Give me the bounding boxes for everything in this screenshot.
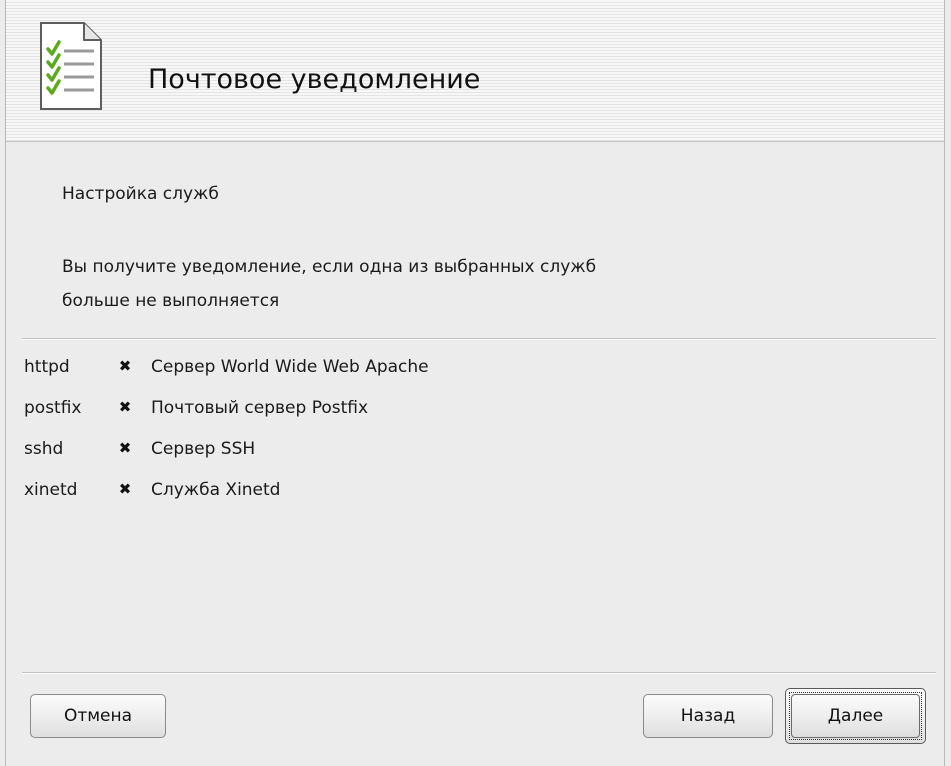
service-checkbox-postfix[interactable]: ✖ bbox=[117, 399, 133, 415]
next-button-label: Далее bbox=[827, 706, 884, 726]
service-checkbox-httpd[interactable]: ✖ bbox=[117, 358, 133, 374]
service-label[interactable]: Почтовый сервер Postfix bbox=[151, 396, 368, 420]
separator-top bbox=[22, 338, 936, 340]
wizard-title: Почтовое уведомление bbox=[148, 64, 481, 95]
service-label[interactable]: Служба Xinetd bbox=[151, 478, 280, 502]
back-button[interactable]: Назад bbox=[643, 694, 773, 738]
next-button[interactable]: Далее bbox=[785, 688, 926, 744]
service-label[interactable]: Сервер SSH bbox=[151, 437, 255, 461]
description-text: Вы получите уведомление, если одна из вы… bbox=[62, 250, 596, 318]
section-title: Настройка служб bbox=[62, 184, 219, 204]
description-line-1: Вы получите уведомление, если одна из вы… bbox=[62, 257, 597, 277]
service-label[interactable]: Сервер World Wide Web Apache bbox=[151, 355, 429, 379]
service-checkbox-xinetd[interactable]: ✖ bbox=[117, 481, 133, 497]
description-line-2: больше не выполняется bbox=[62, 291, 280, 311]
services-list: httpd ✖ Сервер World Wide Web Apache pos… bbox=[24, 350, 624, 514]
service-row-sshd: sshd ✖ Сервер SSH bbox=[24, 432, 624, 473]
wizard-header: Почтовое уведомление bbox=[6, 0, 944, 142]
checklist-document-icon bbox=[40, 22, 102, 110]
separator-bottom bbox=[22, 672, 936, 674]
service-row-httpd: httpd ✖ Сервер World Wide Web Apache bbox=[24, 350, 624, 391]
service-name: postfix bbox=[24, 398, 82, 418]
cancel-button[interactable]: Отмена bbox=[30, 694, 166, 738]
wizard-window: Почтовое уведомление Настройка служб Вы … bbox=[5, 0, 945, 766]
service-name: httpd bbox=[24, 357, 70, 377]
service-name: xinetd bbox=[24, 480, 78, 500]
service-row-xinetd: xinetd ✖ Служба Xinetd bbox=[24, 473, 624, 514]
service-checkbox-sshd[interactable]: ✖ bbox=[117, 440, 133, 456]
service-name: sshd bbox=[24, 439, 64, 459]
service-row-postfix: postfix ✖ Почтовый сервер Postfix bbox=[24, 391, 624, 432]
